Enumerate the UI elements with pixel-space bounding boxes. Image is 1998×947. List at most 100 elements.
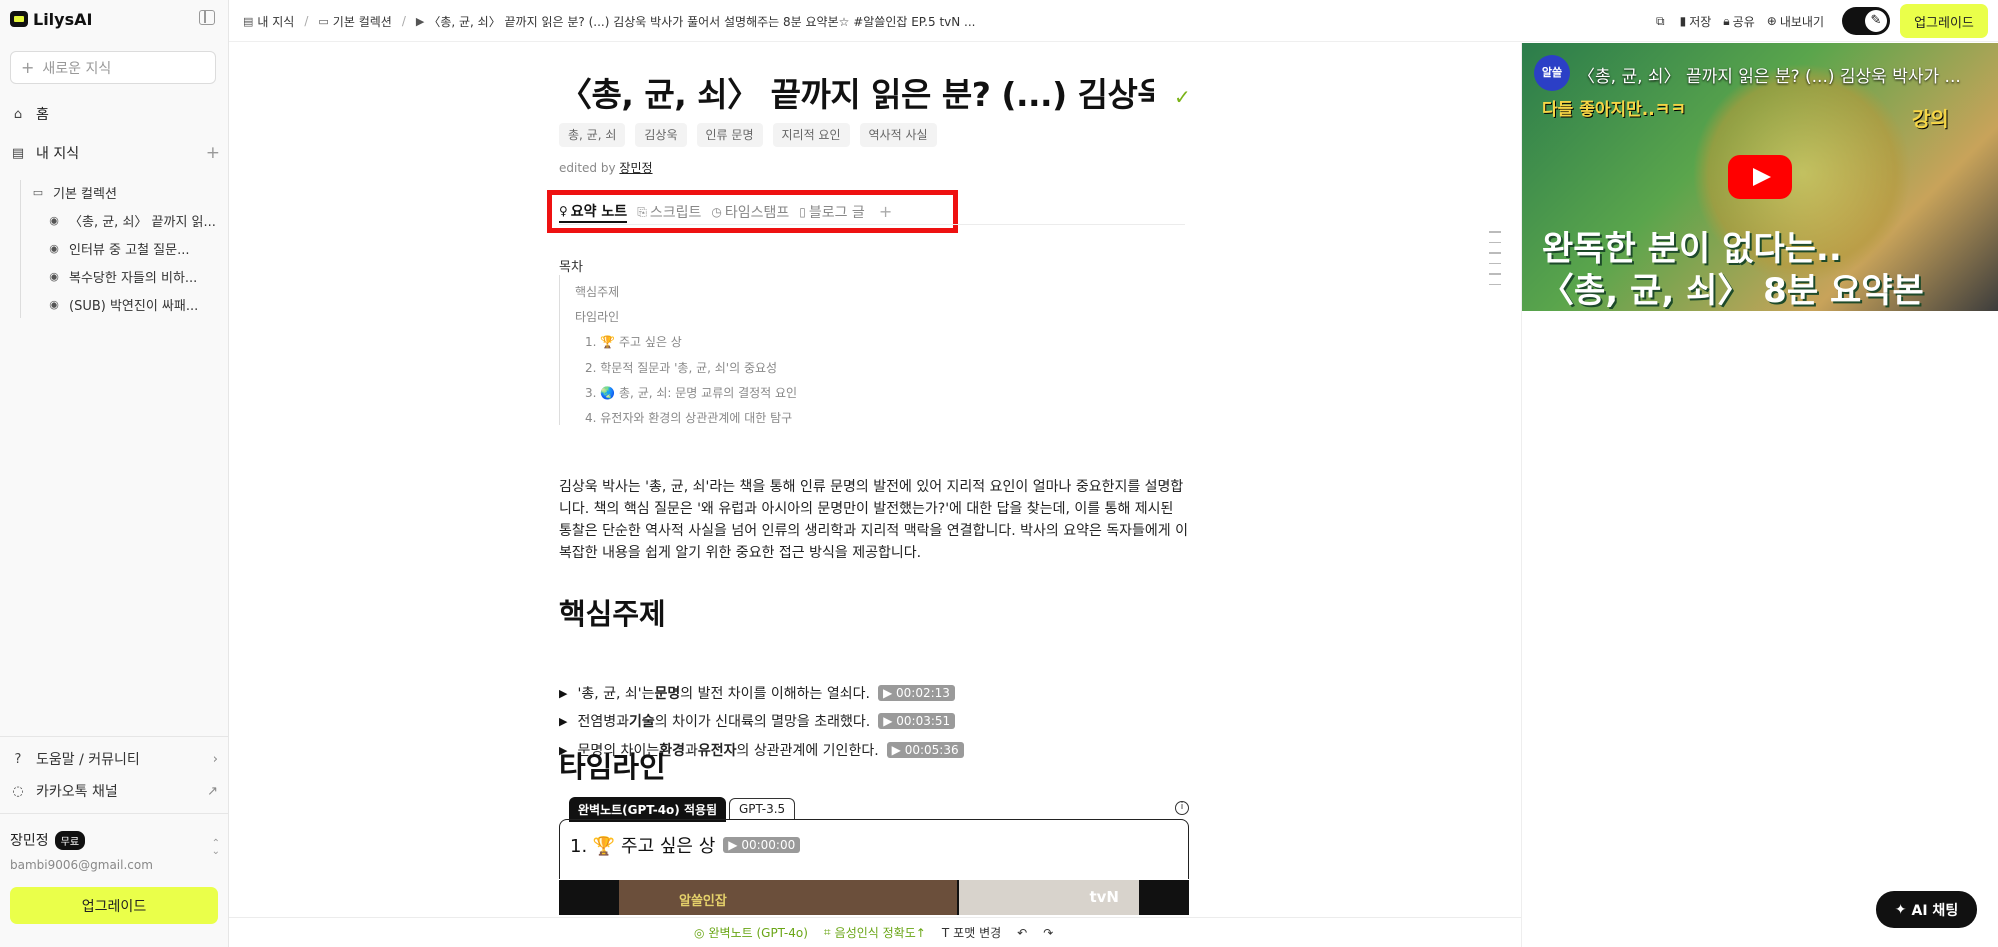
folder-icon: ▭ — [32, 185, 44, 199]
top-bar: ▤ 내 지식 / ▭ 기본 컬렉션 / ▶ 〈총, 균, 쇠〉 끝까지 읽은 분… — [229, 0, 1998, 42]
export-button[interactable]: ⊕ 내보내기 — [1767, 13, 1824, 30]
redo-button[interactable]: ↷ — [1043, 926, 1053, 940]
triangle-icon: ▶ — [559, 714, 568, 728]
editor-name[interactable]: 장민정 — [619, 161, 652, 175]
key-point: ▶ 전염병과 기술 의 차이가 신대륙의 멸망을 초래했다. ▶ 00:03:51 — [559, 710, 1199, 732]
share-button[interactable]: 🔒︎ 공유 — [1723, 13, 1754, 30]
timeline-card-title: 1. 🏆 주고 싶은 상 ▶ 00:00:00 — [570, 832, 801, 858]
new-knowledge-input[interactable]: + 새로운 지식 — [10, 51, 216, 84]
thumbnail-frame: tvN — [959, 880, 1139, 915]
toc-item[interactable]: 타임라인 — [575, 308, 619, 325]
triangle-icon: ▶ — [559, 686, 568, 700]
tag-list: 총, 균, 쇠 김상욱 인류 문명 지리적 요인 역사적 사실 — [559, 123, 947, 147]
logo[interactable]: LilysAI — [10, 8, 219, 30]
timestamp-badge[interactable]: ▶ 00:03:51 — [878, 713, 956, 729]
video-title[interactable]: 〈총, 균, 쇠〉 끝까지 읽은 분? (...) 김상욱 박사가 ... — [1578, 62, 1978, 87]
top-actions: ⧉ ▮ 저장 🔒︎ 공유 ⊕ 내보내기 업그레이드 — [1656, 0, 1998, 42]
tab-label: 요약 노트 — [570, 204, 628, 220]
toc-item[interactable]: 2. 학문적 질문과 '총, 균, 쇠'의 중요성 — [585, 359, 777, 376]
add-collection-icon[interactable]: + — [206, 143, 220, 163]
youtube-player[interactable]: 알쓸 〈총, 균, 쇠〉 끝까지 읽은 분? (...) 김상욱 박사가 ...… — [1522, 43, 1998, 311]
sidebar-toggle-icon[interactable] — [199, 10, 215, 25]
page-title[interactable]: 〈총, 균, 쇠〉 끝까지 읽은 분? (...) 김상욱 박사가 풀어서 설명… — [559, 68, 1154, 116]
copy-icon: ⧉ — [1656, 13, 1665, 28]
upgrade-button-top[interactable]: 업그레이드 — [1900, 4, 1988, 38]
breadcrumb-item[interactable]: ▤ 내 지식 — [243, 13, 294, 30]
knowledge-item[interactable]: ◉ 인터뷰 중 고철 질문... — [47, 238, 221, 258]
save-button[interactable]: ▮ 저장 — [1680, 13, 1712, 30]
channel-avatar[interactable]: 알쓸 — [1534, 55, 1570, 91]
home-icon: ⌂ — [13, 106, 23, 122]
upgrade-button[interactable]: 업그레이드 — [10, 887, 218, 924]
edited-by-prefix: edited by — [559, 161, 616, 175]
export-label: 내보내기 — [1779, 14, 1824, 29]
toc-item[interactable]: 3. 🌏 총, 균, 쇠: 문명 교류의 결정적 요인 — [585, 384, 797, 401]
scroll-position-indicator[interactable] — [1489, 231, 1501, 294]
breadcrumb-separator: / — [401, 14, 406, 28]
logo-text: LilysAI — [33, 9, 93, 29]
chevron-updown-icon: ⌃ ⌄ — [211, 838, 220, 857]
section-heading-timeline: 타임라인 — [559, 750, 666, 784]
tag[interactable]: 인류 문명 — [696, 123, 763, 147]
video-overlay-text: 〈총, 균, 쇠〉 8분 요약본 — [1540, 271, 1924, 311]
video-icon: ◉ — [49, 213, 59, 227]
undo-button[interactable]: ↶ — [1017, 926, 1027, 940]
knowledge-item[interactable]: ◉ 복수당한 자들의 비하... — [47, 266, 221, 286]
ai-chat-button[interactable]: ✦ AI 채팅 — [1876, 891, 1977, 928]
tab-script[interactable]: ⎘ 스크립트 — [637, 201, 701, 223]
user-email: bambi9006@gmail.com — [10, 858, 153, 872]
toc-item[interactable]: 핵심주제 — [575, 283, 619, 300]
breadcrumb-label: 〈총, 균, 쇠〉 끝까지 읽은 분? (...) 김상욱 박사가 풀어서 설명… — [428, 14, 976, 29]
timestamp-badge[interactable]: ▶ 00:05:36 — [886, 742, 964, 758]
knowledge-item-label: (SUB) 박연진이 싸패... — [69, 298, 199, 314]
tab-blog[interactable]: ▯ 블로그 글 — [799, 201, 865, 223]
kakao-channel-link[interactable]: ◌ 카카오톡 채널 ↗ — [10, 781, 218, 801]
breadcrumb-separator: / — [304, 14, 309, 28]
speech-accuracy-button[interactable]: ⌗ 음성인식 정확도↑ — [824, 924, 926, 941]
tag[interactable]: 김상욱 — [635, 123, 687, 147]
tag[interactable]: 역사적 사실 — [859, 123, 937, 147]
help-community-link[interactable]: ? 도움말 / 커뮤니티 › — [10, 749, 218, 769]
sparkle-icon: ✦ — [1894, 901, 1907, 918]
key-point-text: 의 발전 차이를 이해하는 열쇠다. — [680, 686, 870, 702]
user-profile[interactable]: 장민정 무료 bambi9006@gmail.com ⌃ ⌄ — [10, 830, 220, 874]
knowledge-item[interactable]: ◉ 〈총, 균, 쇠〉 끝까지 읽... — [47, 210, 221, 230]
timestamp-badge[interactable]: ▶ 00:02:13 — [877, 685, 955, 701]
breadcrumb-item[interactable]: ▭ 기본 컬렉션 — [318, 13, 391, 30]
add-tab-icon[interactable]: + — [879, 201, 892, 223]
timeline-title: 1. 🏆 주고 싶은 상 — [570, 836, 716, 857]
edit-mode-toggle[interactable] — [1842, 7, 1890, 35]
key-point-text: 의 차이가 신대륙의 멸망을 초래했다. — [654, 714, 871, 730]
timestamp-badge[interactable]: ▶ 00:00:00 — [723, 837, 801, 853]
format-change-button[interactable]: T 포맷 변경 — [942, 924, 1001, 941]
breadcrumb-item[interactable]: ▶ 〈총, 균, 쇠〉 끝까지 읽은 분? (...) 김상욱 박사가 풀어서 … — [416, 13, 976, 30]
model-indicator[interactable]: ◎ 완벽노트 (GPT-4o) — [694, 924, 808, 941]
new-knowledge-placeholder: 새로운 지식 — [42, 60, 112, 77]
accuracy-label: 음성인식 정확도↑ — [834, 926, 926, 940]
kakao-label: 카카오톡 채널 — [36, 784, 118, 800]
folder-icon: ▭ — [318, 14, 329, 28]
knowledge-item-label: 복수당한 자들의 비하... — [69, 270, 198, 286]
video-overlay-text: 다들 좋아지만..ㅋㅋ — [1542, 100, 1686, 120]
sidebar-item-home[interactable]: ⌂ 홈 — [10, 103, 220, 125]
tab-timestamp[interactable]: ◷ 타임스탬프 — [711, 201, 789, 223]
lightbulb-icon: ♀ — [559, 204, 568, 218]
lock-icon: 🔒︎ — [1723, 13, 1730, 28]
model-label: 완벽노트 (GPT-4o) — [708, 926, 808, 940]
share-label: 공유 — [1732, 14, 1755, 29]
sidebar-item-my-knowledge[interactable]: ▤ 내 지식 + — [10, 142, 220, 164]
collection-item[interactable]: ▭ 기본 컬렉션 — [31, 182, 221, 202]
help-label: 도움말 / 커뮤니티 — [36, 752, 140, 768]
copy-button[interactable]: ⧉ — [1656, 14, 1668, 29]
toc-item[interactable]: 4. 유전자와 환경의 상관관계에 대한 탐구 — [585, 409, 792, 426]
sidebar-item-label: 홈 — [36, 107, 49, 123]
play-button-icon[interactable] — [1728, 155, 1792, 199]
tag[interactable]: 지리적 요인 — [772, 123, 850, 147]
tab-summary-note[interactable]: ♀ 요약 노트 — [559, 201, 628, 223]
info-icon[interactable]: i — [1175, 801, 1189, 815]
knowledge-item[interactable]: ◉ (SUB) 박연진이 싸패... — [47, 294, 221, 314]
tag[interactable]: 총, 균, 쇠 — [559, 123, 626, 147]
model-tab-gpt35[interactable]: GPT-3.5 — [729, 798, 796, 820]
toc-item[interactable]: 1. 🏆 주고 싶은 상 — [585, 333, 682, 350]
video-icon: ◉ — [49, 241, 59, 255]
